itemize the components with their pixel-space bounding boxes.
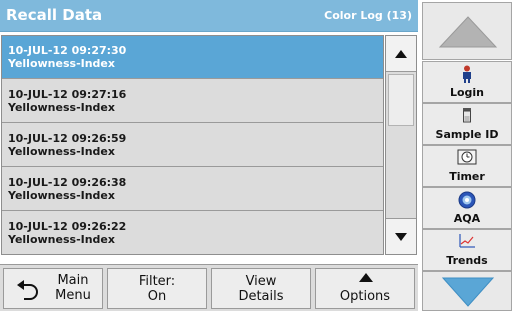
- options-button[interactable]: Options: [315, 268, 415, 309]
- page-title: Recall Data: [6, 6, 103, 24]
- large-down-arrow-icon: [441, 277, 495, 307]
- arrow-up-icon: [395, 50, 407, 58]
- timer-icon: [457, 149, 477, 165]
- list-item[interactable]: 10-JUL-12 09:26:38 Yellowness-Index: [2, 168, 383, 211]
- list-item[interactable]: 10-JUL-12 09:26:22 Yellowness-Index: [2, 212, 383, 255]
- login-label: Login: [449, 86, 485, 99]
- view-details-button[interactable]: View Details: [211, 268, 311, 309]
- options-label: Options: [339, 289, 391, 304]
- trends-button[interactable]: Trends: [422, 229, 512, 271]
- sample-vial-icon: [463, 108, 471, 123]
- nav-down-button[interactable]: [422, 271, 512, 311]
- large-up-arrow-icon: [438, 16, 498, 48]
- filter-button[interactable]: Filter: On: [107, 268, 207, 309]
- scroll-thumb[interactable]: [388, 74, 414, 126]
- right-panel: Login Sample ID Timer AQA Trends: [422, 0, 512, 311]
- main-menu-label-line2: Menu: [55, 288, 91, 303]
- list-item[interactable]: 10-JUL-12 09:27:16 Yellowness-Index: [2, 80, 383, 123]
- scroll-up-button[interactable]: [386, 36, 416, 72]
- item-datetime: 10-JUL-12 09:26:59: [8, 132, 127, 145]
- item-parameter: Yellowness-Index: [8, 233, 115, 246]
- item-parameter: Yellowness-Index: [8, 101, 115, 114]
- sample-id-button[interactable]: Sample ID: [422, 103, 512, 145]
- trend-chart-icon: [459, 234, 475, 248]
- view-details-label-line2: Details: [238, 289, 284, 304]
- timer-label: Timer: [449, 170, 485, 183]
- login-button[interactable]: Login: [422, 61, 512, 103]
- aqa-button[interactable]: AQA: [422, 187, 512, 229]
- view-details-label-line1: View: [245, 274, 277, 289]
- item-datetime: 10-JUL-12 09:27:30: [8, 44, 127, 57]
- header-bar: Recall Data Color Log (13): [0, 0, 418, 32]
- item-datetime: 10-JUL-12 09:26:38: [8, 176, 127, 189]
- timer-button[interactable]: Timer: [422, 145, 512, 187]
- main-menu-button[interactable]: Main Menu: [3, 268, 103, 309]
- options-up-arrow-icon: [359, 273, 373, 282]
- data-list: 10-JUL-12 09:27:30 Yellowness-Index 10-J…: [1, 35, 384, 255]
- bottom-toolbar: Main Menu Filter: On View Details Option…: [0, 264, 418, 311]
- item-datetime: 10-JUL-12 09:26:22: [8, 220, 127, 233]
- list-scrollbar[interactable]: [385, 35, 417, 255]
- list-item[interactable]: 10-JUL-12 09:27:30 Yellowness-Index: [2, 36, 383, 79]
- aqa-label: AQA: [453, 212, 481, 225]
- filter-label-line2: On: [147, 289, 167, 304]
- nav-up-button[interactable]: [422, 2, 512, 60]
- filter-label-line1: Filter:: [138, 274, 176, 289]
- list-item[interactable]: 10-JUL-12 09:26:59 Yellowness-Index: [2, 124, 383, 167]
- sample-id-label: Sample ID: [435, 128, 499, 141]
- item-datetime: 10-JUL-12 09:27:16: [8, 88, 127, 101]
- person-icon: [463, 65, 471, 83]
- item-parameter: Yellowness-Index: [8, 189, 115, 202]
- log-count-label: Color Log (13): [324, 9, 412, 22]
- trends-label: Trends: [446, 254, 488, 267]
- back-arrow-icon: [17, 280, 38, 300]
- scroll-down-button[interactable]: [386, 218, 416, 254]
- aqa-icon: [458, 191, 476, 209]
- item-parameter: Yellowness-Index: [8, 57, 115, 70]
- main-menu-label-line1: Main: [57, 273, 89, 288]
- arrow-down-icon: [395, 233, 407, 241]
- item-parameter: Yellowness-Index: [8, 145, 115, 158]
